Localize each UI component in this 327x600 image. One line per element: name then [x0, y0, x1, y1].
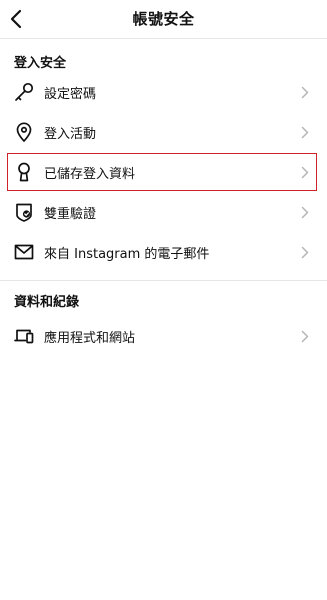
chevron-right-icon	[300, 165, 310, 179]
menu-item-apps-and-websites[interactable]: 應用程式和網站	[0, 316, 327, 356]
location-pin-icon	[13, 121, 35, 143]
menu-item-label: 應用程式和網站	[44, 330, 136, 346]
menu-item-label: 雙重驗證	[44, 206, 97, 222]
shield-check-icon	[13, 201, 35, 223]
section-title: 登入安全	[14, 56, 67, 71]
chevron-right-icon	[300, 245, 310, 259]
key-icon	[13, 81, 35, 103]
keyhole-icon	[13, 161, 35, 183]
envelope-icon	[13, 241, 35, 263]
chevron-right-icon	[300, 205, 310, 219]
chevron-right-icon	[300, 85, 310, 99]
menu-list: 設定密碼 登入活動 已儲存登入資料 雙重驗證 來自 Instagram 的電子郵…	[0, 72, 327, 272]
section-data-and-history: 資料和紀錄 應用程式和網站	[0, 281, 327, 356]
menu-list: 應用程式和網站	[0, 316, 327, 356]
menu-item-label: 設定密碼	[44, 86, 97, 102]
menu-item-label: 已儲存登入資料	[44, 166, 136, 182]
menu-item-saved-login-info[interactable]: 已儲存登入資料	[6, 152, 318, 192]
devices-icon	[13, 325, 35, 347]
chevron-right-icon	[300, 329, 310, 343]
menu-item-label: 登入活動	[44, 126, 97, 142]
menu-item-emails-from-instagram[interactable]: 來自 Instagram 的電子郵件	[0, 232, 327, 272]
page-title: 帳號安全	[132, 10, 195, 28]
chevron-right-icon	[300, 125, 310, 139]
menu-item-set-password[interactable]: 設定密碼	[0, 72, 327, 112]
menu-item-login-activity[interactable]: 登入活動	[0, 112, 327, 152]
section-login-security: 登入安全 設定密碼 登入活動 已儲存登入資料 雙重驗證 來自 Instagram…	[0, 39, 327, 281]
menu-item-label: 來自 Instagram 的電子郵件	[44, 246, 210, 262]
top-bar: 帳號安全	[0, 0, 327, 39]
menu-item-two-factor-auth[interactable]: 雙重驗證	[0, 192, 327, 232]
section-title: 資料和紀錄	[14, 295, 80, 310]
